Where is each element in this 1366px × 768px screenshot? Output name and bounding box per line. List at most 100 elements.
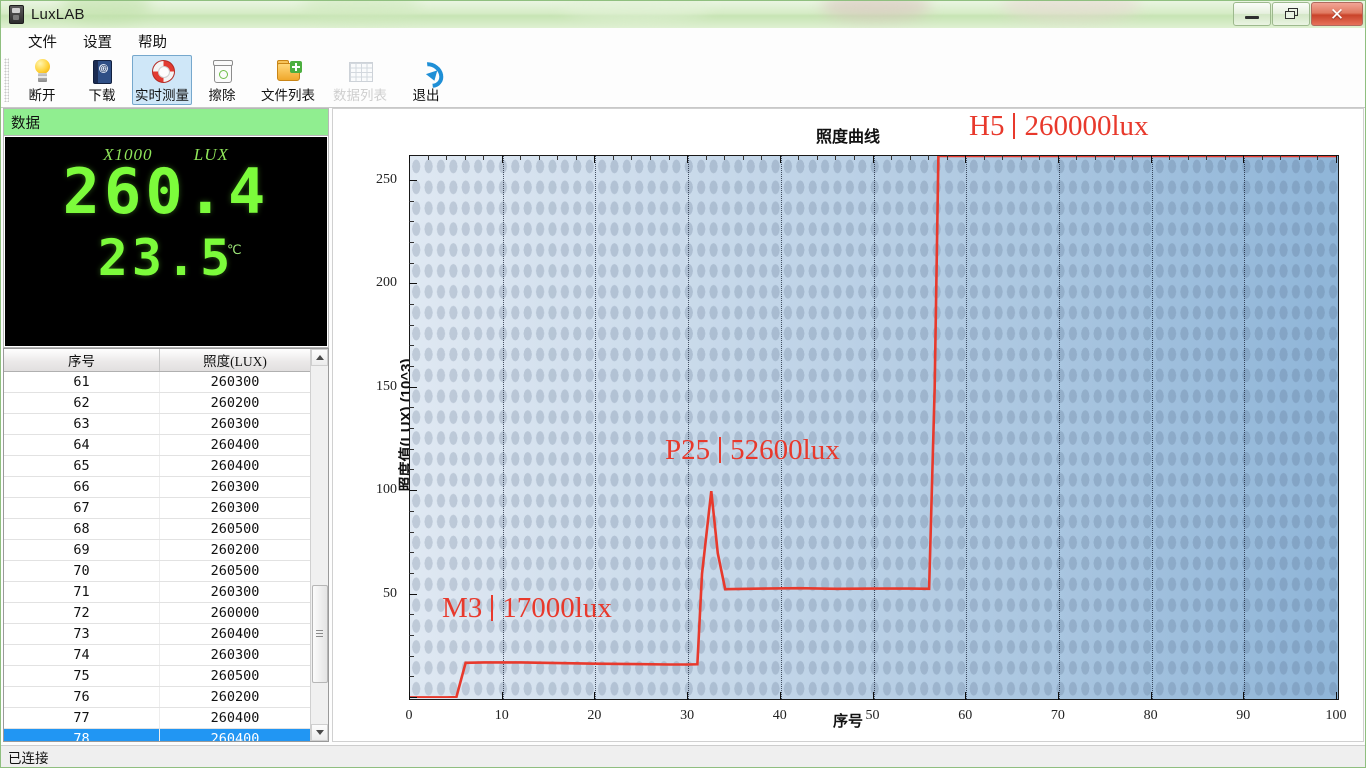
table-row[interactable]: 69 260200: [4, 540, 310, 561]
x-axis-minor-tick-top: [909, 155, 911, 160]
x-axis-tick-label: 0: [405, 708, 413, 723]
x-axis-tick: [687, 692, 689, 700]
x-axis-minor-tick-top: [835, 155, 837, 160]
table-vertical-scrollbar[interactable]: [310, 349, 328, 741]
table-row[interactable]: 76 260200: [4, 687, 310, 708]
menu-item-file[interactable]: 文件: [15, 28, 70, 55]
cell-lux: 260500: [210, 521, 260, 537]
y-axis-tick-label: 100: [376, 482, 397, 498]
lcd-value: 260.4: [62, 155, 270, 228]
scroll-up-button[interactable]: [311, 349, 328, 366]
x-axis-tick-top: [965, 155, 967, 163]
x-axis-tick-top: [687, 155, 689, 163]
cell-index: 75: [4, 666, 160, 686]
table-row[interactable]: 64 260400: [4, 435, 310, 456]
table-row[interactable]: 78 260400: [4, 729, 310, 741]
device-icon: [9, 5, 24, 24]
x-axis-tick-label: 100: [1325, 708, 1347, 723]
lcd-display: X1000 LUX 260.4 23.5 ℃: [5, 137, 327, 346]
minimize-button[interactable]: [1233, 2, 1271, 26]
x-axis-tick-label: 70: [1050, 708, 1065, 723]
x-axis-minor-tick-top: [446, 155, 448, 160]
cell-index: 74: [4, 645, 160, 665]
y-axis-tick-label: 150: [376, 378, 397, 394]
x-axis-minor-tick-top: [742, 155, 744, 160]
y-axis-minor-tick: [409, 614, 414, 616]
x-axis-tick-label: 40: [772, 708, 787, 723]
x-axis-minor-tick-top: [1317, 155, 1319, 160]
x-axis-minor-tick-top: [631, 155, 633, 160]
table-row[interactable]: 61 260300: [4, 372, 310, 393]
table-row[interactable]: 66 260300: [4, 477, 310, 498]
table-row[interactable]: 70 260500: [4, 561, 310, 582]
menu-item-help[interactable]: 帮助: [125, 28, 180, 55]
cell-lux: 260300: [210, 416, 260, 432]
table-row[interactable]: 67 260300: [4, 498, 310, 519]
table-row[interactable]: 68 260500: [4, 519, 310, 540]
data-group-box: 数据 X1000 LUX 260.4 23.5 ℃: [3, 108, 329, 348]
cell-lux: 260300: [210, 500, 260, 516]
annotation-value: 260000lux: [1024, 110, 1149, 142]
toolbar-button-file-list[interactable]: 文件列表: [252, 55, 324, 105]
table-row[interactable]: 62 260200: [4, 393, 310, 414]
cell-index: 68: [4, 519, 160, 539]
toolbar-button-download[interactable]: @ 下载: [72, 55, 132, 105]
toolbar-grip[interactable]: [4, 58, 9, 102]
menu-item-settings[interactable]: 设置: [70, 28, 125, 55]
lifering-icon: [147, 58, 177, 83]
restore-button[interactable]: [1272, 2, 1310, 26]
y-axis-minor-tick: [409, 407, 414, 409]
table-header-row: 序号 照度(LUX): [4, 349, 310, 372]
toolbar-button-exit[interactable]: 退出: [396, 55, 456, 105]
x-axis-minor-tick-top: [761, 155, 763, 160]
table-row[interactable]: 74 260300: [4, 645, 310, 666]
y-axis-tick-label: 50: [383, 585, 397, 601]
table-row[interactable]: 77 260400: [4, 708, 310, 729]
scroll-down-button[interactable]: [311, 724, 328, 741]
table-row[interactable]: 75 260500: [4, 666, 310, 687]
y-axis-tick: [409, 490, 417, 492]
toolbar-button-erase[interactable]: 擦除: [192, 55, 252, 105]
annotation-value: 52600lux: [730, 434, 840, 466]
x-axis-minor-tick-top: [1132, 155, 1134, 160]
x-axis-tick: [1336, 692, 1337, 700]
x-axis-minor-tick-top: [1002, 155, 1004, 160]
close-button[interactable]: ✕: [1311, 2, 1363, 26]
trash-icon: [207, 58, 237, 83]
table-row[interactable]: 63 260300: [4, 414, 310, 435]
y-axis-tick: [409, 593, 417, 595]
x-axis-minor-tick-top: [1020, 155, 1022, 160]
x-axis-minor-tick-top: [853, 155, 855, 160]
y-axis-minor-tick: [409, 676, 414, 678]
toolbar-button-realtime-measure[interactable]: 实时测量: [132, 55, 192, 105]
x-axis-minor-tick-top: [1169, 155, 1171, 160]
cell-index: 61: [4, 372, 160, 392]
y-axis-minor-tick: [409, 655, 414, 657]
x-axis-tick-label: 10: [494, 708, 509, 723]
cell-index: 77: [4, 708, 160, 728]
cell-index: 72: [4, 603, 160, 623]
scrollbar-thumb[interactable]: [312, 585, 328, 683]
cell-lux: 260300: [210, 374, 260, 390]
toolbar-button-label: 下载: [88, 88, 116, 103]
x-axis-minor-tick-top: [612, 155, 614, 160]
table-row[interactable]: 71 260300: [4, 582, 310, 603]
annotation-separator: [719, 437, 722, 463]
cell-index: 78: [4, 729, 160, 741]
annotation-id: M3: [442, 592, 483, 624]
lcd-temperature-unit: ℃: [227, 242, 242, 257]
y-axis-tick-label: 200: [376, 275, 397, 291]
data-table-body: 序号 照度(LUX) 61 260300 62 260200 63 260300 64 260…: [4, 349, 310, 741]
cell-index: 66: [4, 477, 160, 497]
table-row[interactable]: 65 260400: [4, 456, 310, 477]
toolbar: 断开 @ 下载 实时测量 擦除 文件列表 数据列表 退出: [1, 55, 1365, 108]
x-axis-minor-tick-top: [1094, 155, 1096, 160]
table-row[interactable]: 72 260000: [4, 603, 310, 624]
cell-lux: 260000: [210, 605, 260, 621]
toolbar-button-disconnect[interactable]: 断开: [12, 55, 72, 105]
titlebar-decoration: [1, 1, 1365, 28]
y-axis-minor-tick: [409, 262, 414, 264]
table-row[interactable]: 73 260400: [4, 624, 310, 645]
x-axis-minor-tick-top: [705, 155, 707, 160]
chart-annotation-h5: H5 260000lux: [969, 110, 1149, 143]
